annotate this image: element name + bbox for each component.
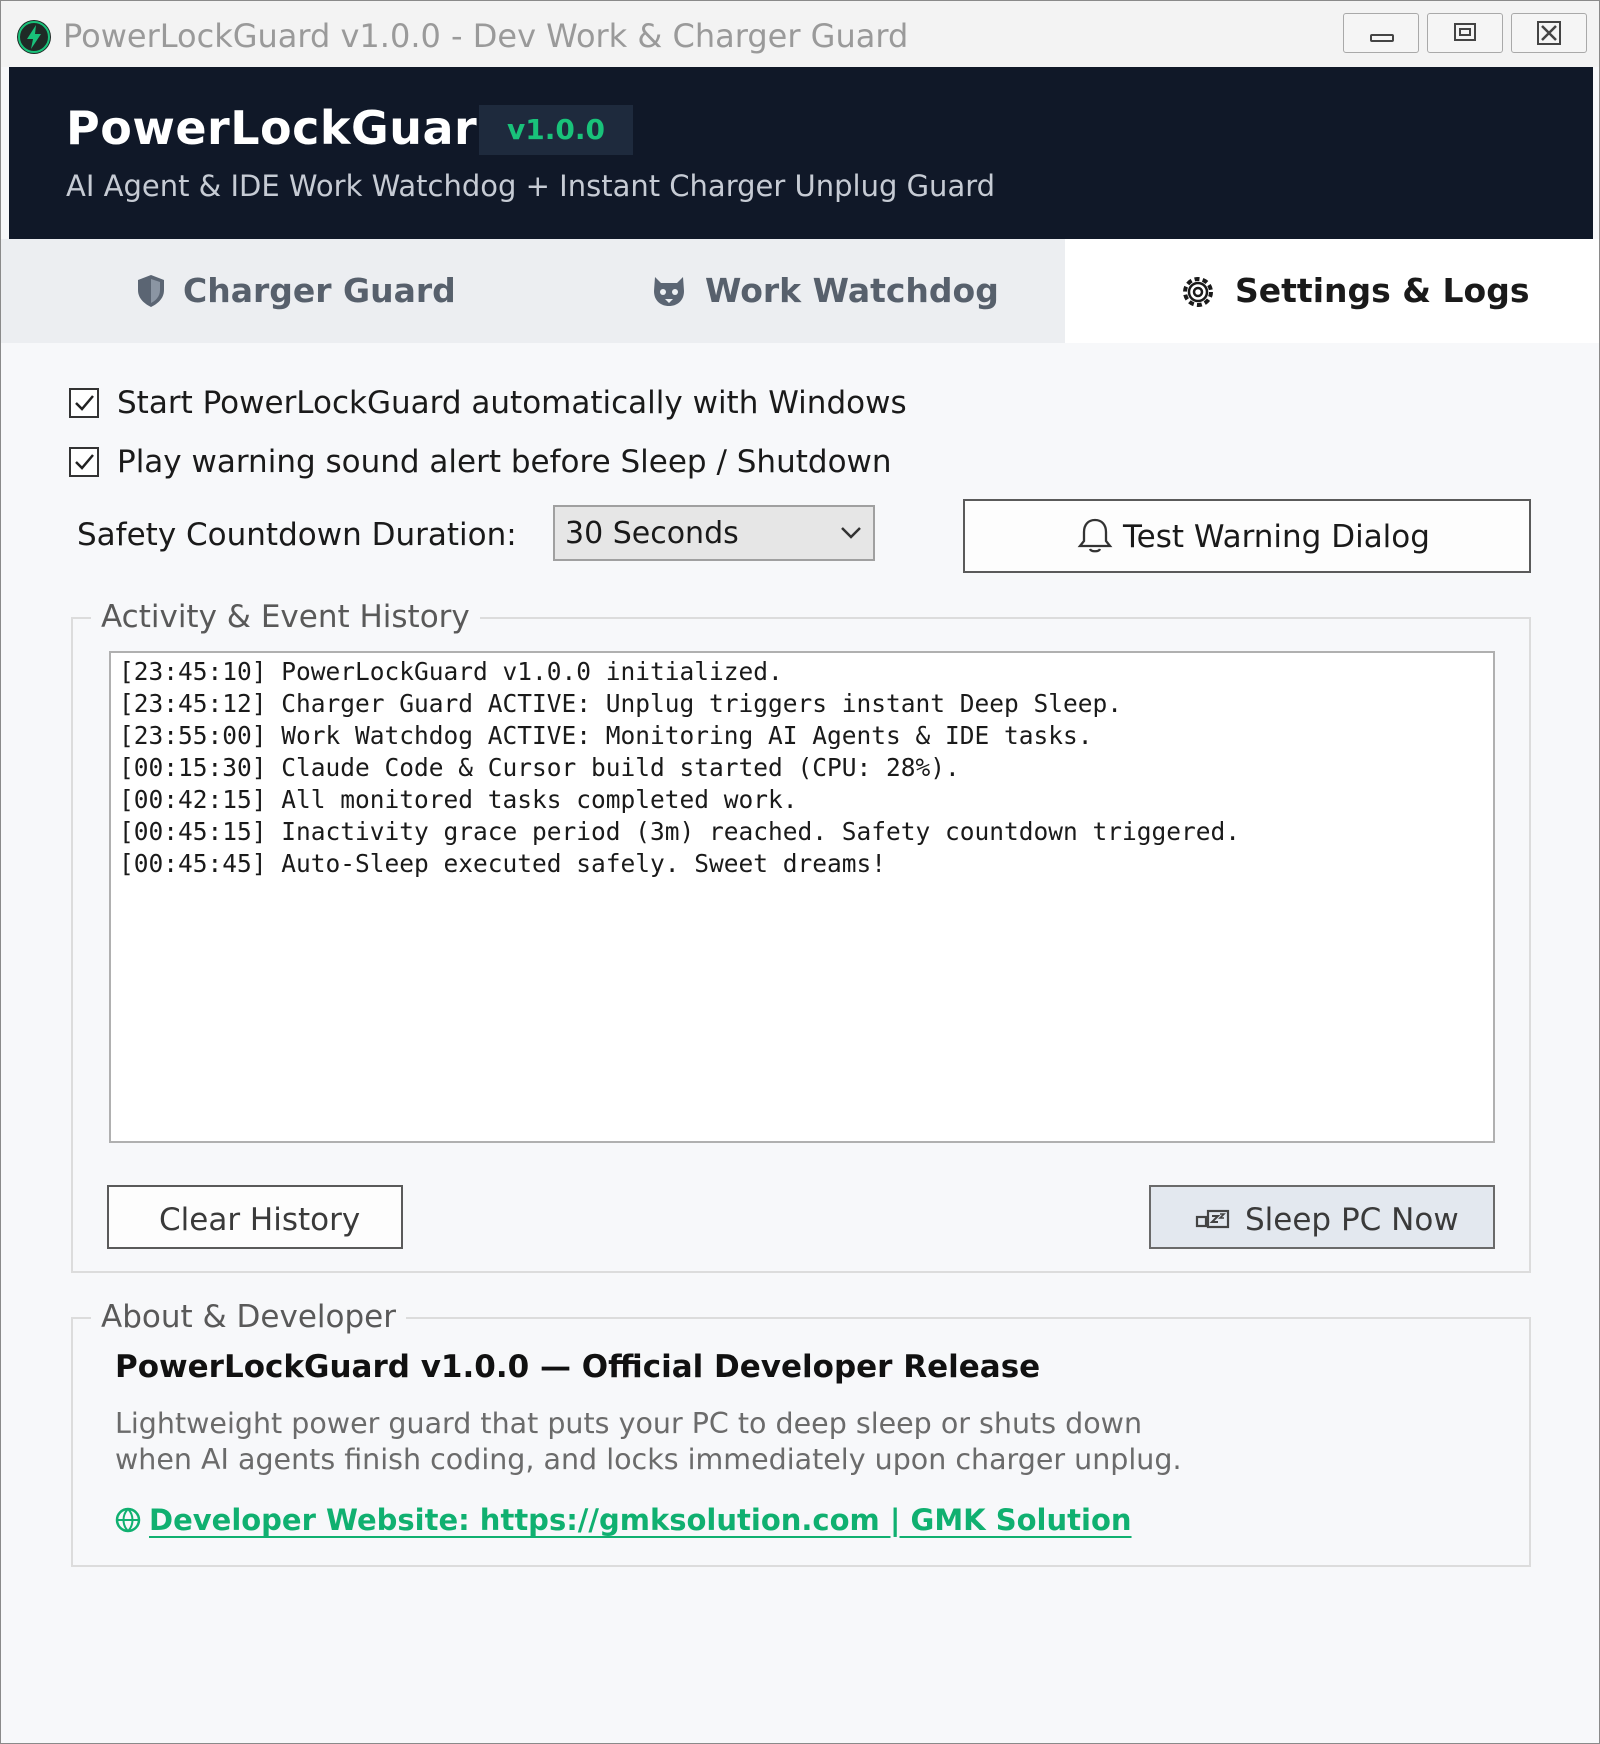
gear-icon bbox=[1179, 273, 1217, 315]
title-bar[interactable]: PowerLockGuard v1.0.0 - Dev Work & Charg… bbox=[1, 1, 1599, 67]
bell-icon bbox=[1077, 517, 1113, 559]
about-group-title: About & Developer bbox=[91, 1299, 406, 1335]
countdown-value: 30 Seconds bbox=[565, 516, 739, 551]
test-warning-label: Test Warning Dialog bbox=[1123, 519, 1430, 555]
app-header: PowerLockGuard v1.0.0 AI Agent & IDE Wor… bbox=[9, 67, 1593, 239]
activity-group-title: Activity & Event History bbox=[91, 599, 480, 635]
version-badge: v1.0.0 bbox=[479, 105, 633, 155]
test-warning-button[interactable]: Test Warning Dialog bbox=[963, 499, 1531, 573]
log-line: [00:45:45] Auto-Sleep executed safely. S… bbox=[119, 849, 887, 878]
close-button[interactable] bbox=[1511, 13, 1587, 53]
log-line: [23:45:10] PowerLockGuard v1.0.0 initial… bbox=[119, 657, 783, 686]
chevron-down-icon bbox=[839, 525, 863, 545]
shield-icon bbox=[135, 273, 167, 313]
log-line: [00:45:15] Inactivity grace period (3m) … bbox=[119, 817, 1241, 846]
minimize-button[interactable] bbox=[1343, 13, 1419, 53]
developer-website-text: Developer Website: https://gmksolution.c… bbox=[149, 1503, 1132, 1537]
tab-work-watchdog[interactable]: Work Watchdog bbox=[533, 239, 1065, 343]
sound-alert-checkbox[interactable] bbox=[69, 447, 99, 477]
window-title: PowerLockGuard v1.0.0 - Dev Work & Charg… bbox=[63, 17, 909, 55]
tab-settings-logs[interactable]: Settings & Logs bbox=[1065, 239, 1599, 343]
about-description-line: Lightweight power guard that puts your P… bbox=[115, 1407, 1143, 1440]
autostart-label: Start PowerLockGuard automatically with … bbox=[117, 385, 907, 421]
tab-bar: Charger Guard Work Watchdog Settings & L… bbox=[1, 239, 1599, 343]
tab-charger-guard[interactable]: Charger Guard bbox=[1, 239, 533, 343]
countdown-select[interactable]: 30 Seconds bbox=[553, 505, 875, 561]
log-line: [00:15:30] Claude Code & Cursor build st… bbox=[119, 753, 960, 782]
app-bolt-icon bbox=[17, 20, 51, 54]
about-group: About & Developer PowerLockGuard v1.0.0 … bbox=[71, 1299, 1531, 1567]
brand-title: PowerLockGuard bbox=[66, 101, 511, 155]
log-line: [00:42:15] All monitored tasks completed… bbox=[119, 785, 798, 814]
log-line: [23:55:00] Work Watchdog ACTIVE: Monitor… bbox=[119, 721, 1093, 750]
about-description-line: when AI agents finish coding, and locks … bbox=[115, 1443, 1182, 1476]
tab-label: Settings & Logs bbox=[1235, 271, 1530, 310]
log-line: [23:45:12] Charger Guard ACTIVE: Unplug … bbox=[119, 689, 1123, 718]
autostart-checkbox[interactable] bbox=[69, 388, 99, 418]
globe-icon bbox=[115, 1506, 141, 1540]
about-heading: PowerLockGuard v1.0.0 — Official Develop… bbox=[115, 1349, 1041, 1385]
sleep-pc-label: Sleep PC Now bbox=[1245, 1202, 1459, 1238]
tagline: AI Agent & IDE Work Watchdog + Instant C… bbox=[66, 169, 996, 203]
dog-icon bbox=[649, 273, 689, 313]
developer-website-link[interactable]: Developer Website: https://gmksolution.c… bbox=[115, 1503, 1132, 1540]
clear-history-label: Clear History bbox=[159, 1202, 361, 1238]
activity-log[interactable]: [23:45:10] PowerLockGuard v1.0.0 initial… bbox=[109, 651, 1495, 1143]
tab-label: Work Watchdog bbox=[705, 271, 999, 310]
activity-group: Activity & Event History [23:45:10] Powe… bbox=[71, 599, 1531, 1273]
sleep-pc-button[interactable]: Sleep PC Now bbox=[1149, 1185, 1495, 1249]
maximize-button[interactable] bbox=[1427, 13, 1503, 53]
clear-history-button[interactable]: Clear History bbox=[107, 1185, 403, 1249]
sound-alert-label: Play warning sound alert before Sleep / … bbox=[117, 444, 892, 480]
countdown-label: Safety Countdown Duration: bbox=[77, 517, 517, 553]
tab-label: Charger Guard bbox=[183, 271, 456, 310]
sleep-icon bbox=[1193, 1205, 1233, 1237]
app-window: PowerLockGuard v1.0.0 - Dev Work & Charg… bbox=[0, 0, 1600, 1744]
